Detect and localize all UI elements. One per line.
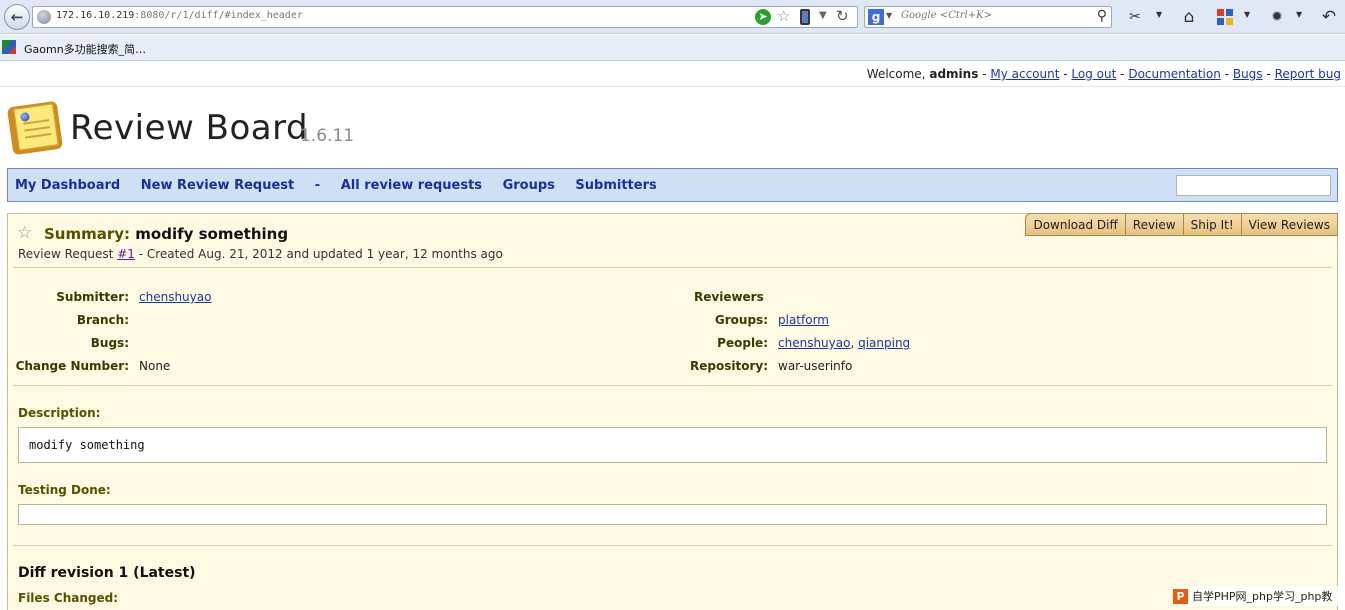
documentation-link[interactable]: Documentation <box>1128 67 1221 81</box>
search-engine-dropdown-icon[interactable]: ▼ <box>886 11 892 20</box>
diff-revision-heading: Diff revision 1 (Latest) <box>18 565 196 581</box>
go-arrow-icon[interactable]: ➤ <box>755 9 771 25</box>
bookmark-favicon-icon <box>2 40 16 54</box>
my-account-link[interactable]: My account <box>990 67 1059 81</box>
log-out-link[interactable]: Log out <box>1071 67 1116 81</box>
url-dropdown-icon[interactable]: ▼ <box>819 10 827 21</box>
bookmark-item[interactable]: Gaomn多功能搜索_简… <box>24 41 146 57</box>
nav-groups[interactable]: Groups <box>503 178 555 193</box>
globe-icon <box>37 10 51 24</box>
view-reviews-button[interactable]: View Reviews <box>1241 213 1338 236</box>
screenshot-tool-icon[interactable]: ✂ <box>1124 6 1146 28</box>
back-arrow-icon[interactable]: ← <box>4 4 30 30</box>
review-button[interactable]: Review <box>1125 213 1184 236</box>
person-link[interactable]: qianping <box>858 336 910 350</box>
main-navbar: My Dashboard New Review Request - All re… <box>7 168 1338 202</box>
summary-label: Summary: <box>44 225 131 243</box>
apps-grid-icon <box>1217 9 1233 25</box>
undo-icon[interactable]: ↶ <box>1318 6 1340 28</box>
site-search-input[interactable] <box>1176 175 1331 196</box>
bookmarks-bar: Gaomn多功能搜索_简… <box>0 35 1345 61</box>
reviewers-heading: Reviewers <box>694 290 764 304</box>
nav-new-review-request[interactable]: New Review Request <box>141 178 295 193</box>
ship-it-button[interactable]: Ship It! <box>1183 213 1242 236</box>
home-icon[interactable]: ⌂ <box>1178 6 1200 28</box>
nav-all-review-requests[interactable]: All review requests <box>341 178 482 193</box>
browser-search-input[interactable]: g ▼ Google <Ctrl+K> ⚲ <box>864 6 1112 28</box>
divider <box>13 545 1332 546</box>
page: Welcome, admins - My account - Log out -… <box>0 62 1345 610</box>
magnifier-icon[interactable]: ⚲ <box>1097 8 1107 24</box>
request-id-link[interactable]: #1 <box>117 247 135 261</box>
apps-dropdown-icon[interactable]: ▼ <box>1244 10 1250 19</box>
review-board-logo-icon[interactable] <box>6 100 64 156</box>
nav-submitters[interactable]: Submitters <box>575 178 656 193</box>
bookmark-star-icon[interactable]: ☆ <box>777 7 790 25</box>
review-request-box: Download Diff Review Ship It! View Revie… <box>7 213 1338 610</box>
submitter-link[interactable]: chenshuyao <box>139 290 211 304</box>
mobile-device-icon[interactable] <box>800 9 810 25</box>
star-icon[interactable]: ☆ <box>17 223 32 243</box>
reload-icon[interactable]: ↻ <box>836 7 849 25</box>
addon-dropdown-icon[interactable]: ▼ <box>1296 10 1302 19</box>
description-text: modify something <box>29 438 145 452</box>
php-logo-icon: P <box>1173 588 1188 604</box>
account-bar: Welcome, admins - My account - Log out -… <box>0 62 1345 87</box>
download-diff-button[interactable]: Download Diff <box>1025 213 1126 236</box>
watermark-text: 自学PHP网_php学习_php教 <box>1192 590 1333 603</box>
testing-done-box[interactable] <box>18 504 1327 525</box>
google-icon[interactable]: g <box>868 9 884 25</box>
bugs-link[interactable]: Bugs <box>1233 67 1263 81</box>
addon-bug-icon[interactable]: ✹ <box>1266 6 1288 28</box>
url-text[interactable]: 172.16.10.219:8080/r/1/diff/#index_heade… <box>56 10 303 21</box>
search-placeholder: Google <Ctrl+K> <box>901 10 992 21</box>
url-bar[interactable]: 172.16.10.219:8080/r/1/diff/#index_heade… <box>32 6 858 28</box>
description-box[interactable]: modify something <box>18 427 1327 463</box>
request-meta: Review Request #1 - Created Aug. 21, 201… <box>18 247 503 261</box>
browser-toolbar: ← 172.16.10.219:8080/r/1/diff/#index_hea… <box>0 0 1345 34</box>
brand-title: Review Board <box>70 108 309 148</box>
apps-icon[interactable] <box>1214 6 1236 28</box>
username: admins <box>929 67 979 81</box>
nav-my-dashboard[interactable]: My Dashboard <box>15 178 120 193</box>
nav-separator: - <box>314 178 321 193</box>
watermark: P 自学PHP网_php学习_php教 <box>1173 586 1338 606</box>
group-platform-link[interactable]: platform <box>778 313 829 327</box>
divider <box>13 385 1332 386</box>
testing-done-label: Testing Done: <box>18 483 111 497</box>
brand-version: 1.6.11 <box>300 126 355 146</box>
summary-value: modify something <box>135 225 289 243</box>
person-link[interactable]: chenshuyao <box>778 336 850 350</box>
divider <box>13 267 1332 268</box>
description-label: Description: <box>18 406 101 420</box>
welcome-text: Welcome, <box>866 67 926 81</box>
screenshot-dropdown-icon[interactable]: ▼ <box>1156 10 1162 19</box>
review-actions: Download Diff Review Ship It! View Revie… <box>1025 213 1338 236</box>
files-changed-label: Files Changed: <box>18 591 118 605</box>
report-bug-link[interactable]: Report bug <box>1275 67 1341 81</box>
summary: Summary: modify something <box>44 225 288 243</box>
